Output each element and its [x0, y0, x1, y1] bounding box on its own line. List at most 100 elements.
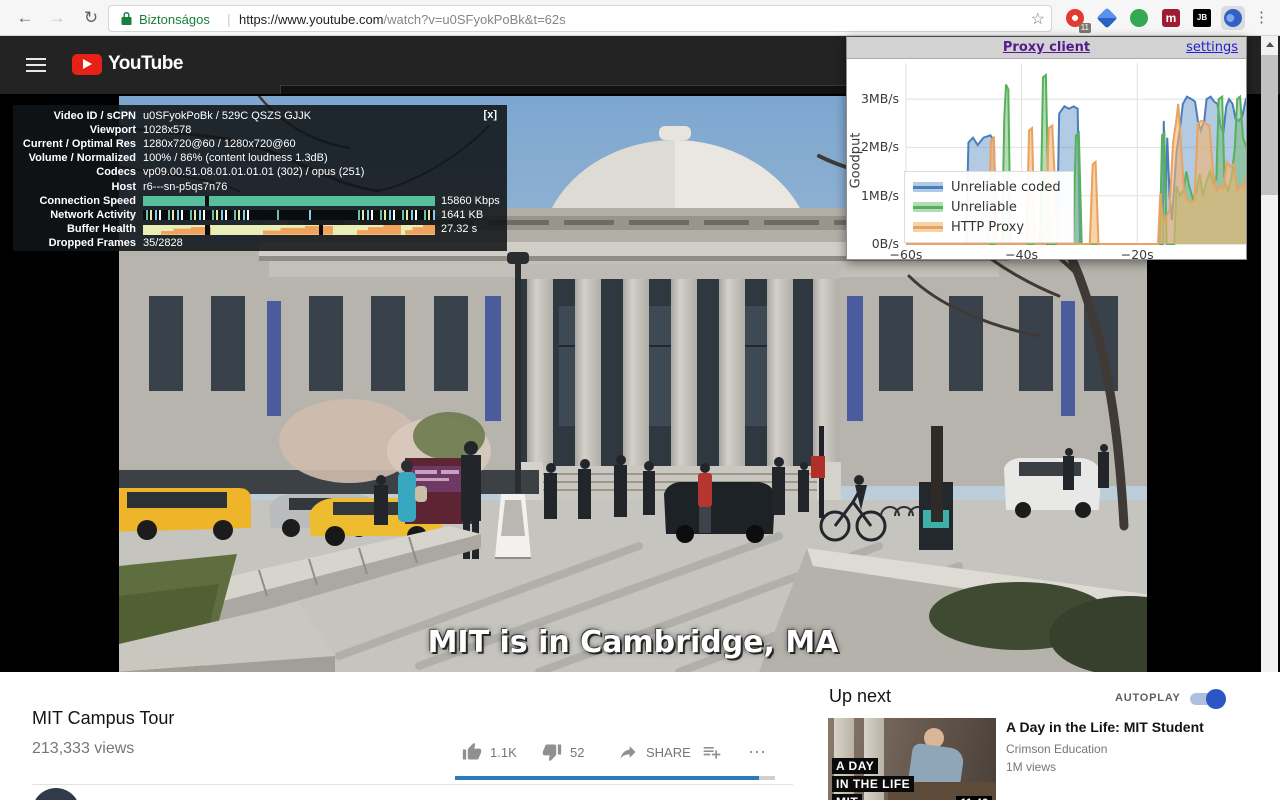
stats-close-button[interactable]: [x] [484, 109, 497, 121]
security-label: Biztonságos [139, 12, 210, 27]
extension-green-icon[interactable] [1127, 6, 1151, 30]
up-next-title[interactable]: A Day in the Life: MIT Student [1006, 718, 1241, 736]
extension-red-icon[interactable]: 11 [1063, 6, 1087, 30]
forward-icon[interactable]: → [44, 5, 70, 31]
duration-badge: 11:46 [956, 796, 992, 800]
stats-row: Current / Optimal Res1280x720@60 / 1280x… [13, 137, 507, 151]
add-to-playlist-button[interactable] [702, 742, 730, 762]
stats-value: 1280x720@60 / 1280x720@60 [143, 138, 296, 151]
lock-icon [121, 12, 132, 26]
scrollbar-up-arrow[interactable] [1261, 36, 1278, 53]
channel-avatar[interactable] [32, 788, 80, 800]
letter-m-icon: m [1162, 9, 1180, 27]
sentiment-bar [455, 776, 775, 780]
thumb-down-icon [542, 742, 562, 762]
legend-entry: HTTP Proxy [913, 217, 1061, 237]
stats-graph-net [143, 210, 435, 220]
youtube-play-icon [72, 54, 102, 75]
stats-value: u0SFyokPoBk / 529C QSZS GJJK [143, 110, 311, 123]
stats-label: Current / Optimal Res [13, 138, 143, 151]
youtube-logo-text: YouTube [108, 53, 183, 75]
stats-graph-buf [143, 225, 435, 235]
stats-label: Video ID / sCPN [13, 110, 143, 123]
stats-row: Codecsvp09.00.51.08.01.01.01.01 (302) / … [13, 166, 507, 180]
x-tick: −40s [997, 247, 1047, 262]
legend-swatch [913, 222, 943, 232]
browser-menu-icon[interactable]: ⋮ [1250, 5, 1274, 31]
url-text: https://www.youtube.com/watch?v=u0SFyokP… [239, 12, 566, 27]
goodput-chart: Goodput 0B/s1MB/s2MB/s3MB/s −60s−40s−20s… [847, 59, 1246, 259]
stats-row: Connection Speed 15860 Kbps [13, 194, 507, 208]
extension-badge: 11 [1079, 23, 1091, 33]
up-next-channel: Crimson Education [1006, 742, 1107, 756]
legend-label: Unreliable [951, 200, 1017, 215]
extension-jb-icon[interactable]: JB [1190, 6, 1214, 30]
more-icon: ⋯ [748, 742, 766, 763]
reload-icon[interactable]: ↻ [78, 5, 104, 31]
stats-value: 1028x578 [143, 124, 191, 137]
stats-value: 35/2828 [143, 237, 183, 250]
like-button[interactable]: 1.1K [462, 742, 517, 762]
bookmark-star-icon[interactable]: ☆ [1031, 9, 1045, 29]
stats-graph-conn [143, 196, 435, 206]
stats-value: 15860 Kbps [441, 195, 500, 208]
page-content: MIT Campus Tour 213,333 views 1.1K 52 SH… [0, 672, 1280, 800]
stats-row: Video ID / sCPNu0SFyokPoBk / 529C QSZS G… [13, 109, 507, 123]
stats-rows: Video ID / sCPNu0SFyokPoBk / 529C QSZS G… [13, 109, 507, 251]
url-host: https://www.youtube.com [239, 12, 384, 27]
extension-blue-icon[interactable] [1095, 6, 1119, 30]
screen: ← → ↻ Biztonságos | https://www.youtube.… [0, 0, 1280, 800]
dislike-count: 52 [570, 745, 584, 760]
url-path: /watch?v=u0SFyokPoBk&t=62s [384, 12, 566, 27]
up-next-views: 1M views [1006, 760, 1056, 774]
stats-label: Connection Speed [13, 195, 143, 208]
proxy-client-popup: Proxy client settings Goodput 0B/s1MB/s2… [846, 36, 1247, 260]
dislike-button[interactable]: 52 [542, 742, 584, 762]
y-tick: 2MB/s [847, 139, 899, 154]
menu-hamburger-icon[interactable] [26, 58, 46, 72]
stats-label: Volume / Normalized [13, 152, 143, 165]
proxy-settings-link[interactable]: settings [1186, 37, 1238, 58]
share-button[interactable]: SHARE [618, 742, 691, 762]
more-actions-button[interactable]: ⋯ [748, 742, 766, 763]
stats-label: Network Activity [13, 209, 143, 222]
browser-toolbar: ← → ↻ Biztonságos | https://www.youtube.… [0, 0, 1280, 36]
green-circle-icon [1130, 9, 1148, 27]
video-caption: MIT is in Cambridge, MA [119, 625, 1147, 660]
stats-value: 1641 KB [441, 209, 483, 222]
legend-swatch [913, 182, 943, 192]
extension-maroon-icon[interactable]: m [1159, 6, 1183, 30]
stats-value: 100% / 86% (content loudness 1.3dB) [143, 152, 328, 165]
stats-value: vp09.00.51.08.01.01.01.01 (302) / opus (… [143, 166, 364, 179]
thumb-text-line: A DAY [832, 758, 878, 774]
legend-swatch [913, 202, 943, 212]
x-tick: −20s [1112, 247, 1162, 262]
like-count: 1.1K [490, 745, 517, 760]
autoplay-toggle[interactable] [1190, 693, 1224, 705]
legend-label: HTTP Proxy [951, 220, 1024, 235]
legend-entry: Unreliable coded [913, 177, 1061, 197]
thumb-up-icon [462, 742, 482, 762]
stats-for-nerds-panel: Video ID / sCPNu0SFyokPoBk / 529C QSZS G… [13, 105, 507, 251]
extension-proxy-icon[interactable] [1221, 6, 1245, 30]
sentiment-fill [455, 776, 759, 780]
address-bar[interactable]: Biztonságos | https://www.youtube.com/wa… [108, 5, 1052, 32]
proxy-popup-header: Proxy client settings [847, 37, 1246, 59]
blue-kite-icon [1097, 8, 1118, 29]
back-icon[interactable]: ← [12, 5, 38, 31]
share-label: SHARE [646, 745, 691, 760]
stats-row: Network Activity 1641 KB [13, 208, 507, 222]
youtube-logo[interactable]: YouTube [72, 53, 183, 75]
legend-label: Unreliable coded [951, 180, 1061, 195]
stats-label: Buffer Health [13, 223, 143, 236]
autoplay-toggle-knob [1206, 689, 1226, 709]
stats-label: Codecs [13, 166, 143, 179]
stats-row: Volume / Normalized100% / 86% (content l… [13, 152, 507, 166]
stats-value: 27.32 s [441, 223, 477, 236]
proxy-client-icon [1224, 9, 1242, 27]
stats-label: Viewport [13, 124, 143, 137]
up-next-thumbnail[interactable]: A DAY IN THE LIFE MIT 11:46 [828, 718, 996, 800]
y-tick: 1MB/s [847, 188, 899, 203]
stats-row: Buffer Health 27.32 s [13, 223, 507, 237]
scrollbar-thumb[interactable] [1261, 55, 1278, 195]
